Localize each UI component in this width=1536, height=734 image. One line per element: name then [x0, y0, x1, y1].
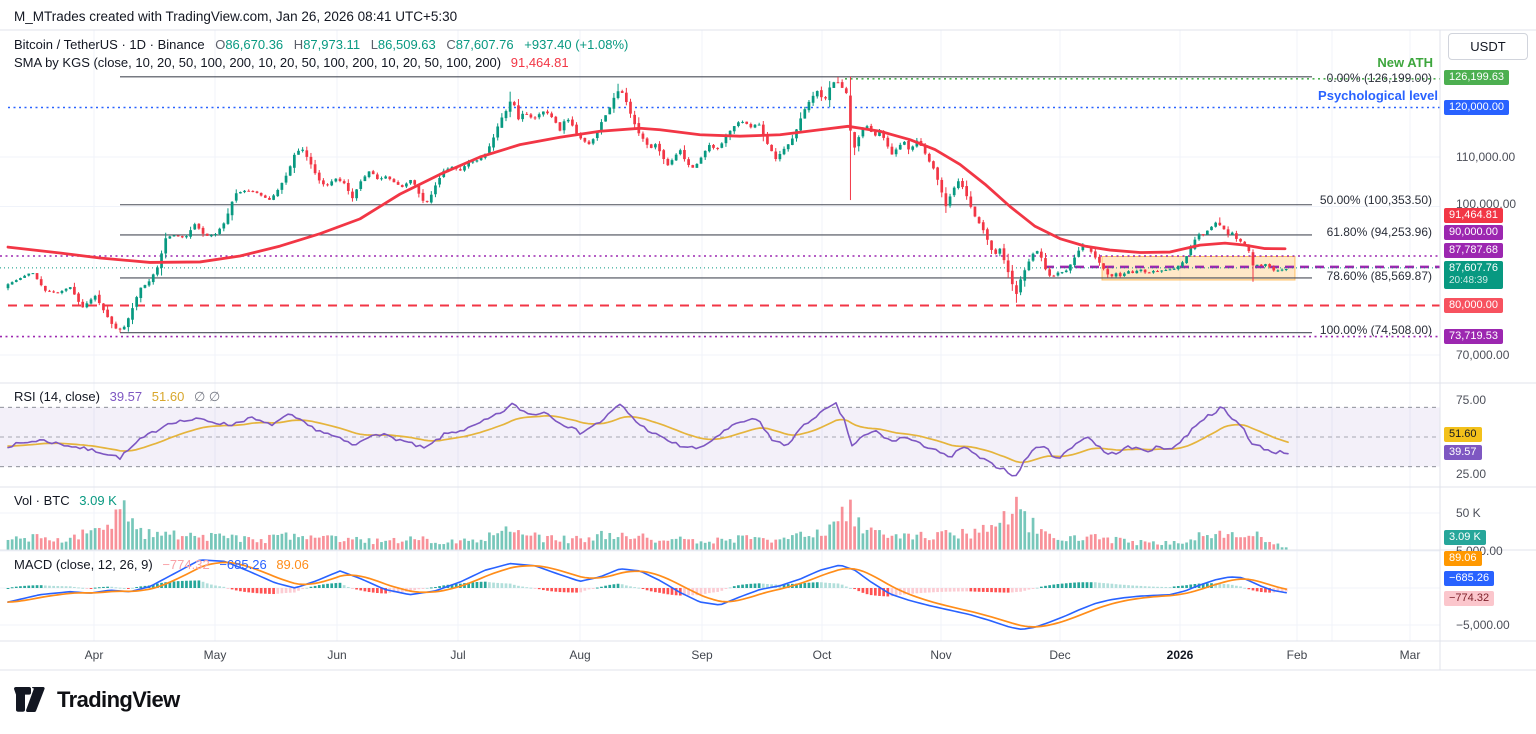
axis-price-label: 110,000.00 — [1456, 150, 1516, 164]
macd-signal-value: 89.06 — [276, 557, 309, 572]
low-value: 86,509.63 — [377, 37, 436, 52]
fib-level-label: 50.00% (100,353.50) — [1319, 193, 1432, 207]
price-tag: 90,000.00 — [1444, 225, 1503, 240]
time-axis-label: 2026 — [1166, 648, 1194, 662]
chart-canvas[interactable] — [0, 0, 1536, 734]
price-tag: 89.06 — [1444, 551, 1482, 566]
time-axis-label: Jun — [327, 648, 347, 662]
time-axis-label: Nov — [930, 648, 952, 662]
time-axis-label: Feb — [1286, 648, 1308, 662]
volume-legend-row[interactable]: Vol · BTC 3.09 K — [14, 493, 117, 508]
new-ath-annotation: New ATH — [1377, 55, 1433, 70]
currency-toggle-button[interactable]: USDT — [1448, 33, 1528, 60]
volume-value: 3.09 K — [79, 493, 117, 508]
sma-indicator-title[interactable]: SMA by KGS (close, 10, 20, 50, 100, 200,… — [14, 55, 501, 70]
fib-level-label: 100.00% (74,508.00) — [1319, 323, 1432, 337]
price-tag: 80,000.00 — [1444, 298, 1503, 313]
axis-price-label: 50 K — [1456, 506, 1481, 520]
price-tag: 73,719.53 — [1444, 329, 1503, 344]
time-axis-label: May — [203, 648, 227, 662]
sma-legend-row[interactable]: SMA by KGS (close, 10, 20, 50, 100, 200,… — [14, 55, 569, 70]
interval-label[interactable]: 1D — [129, 37, 146, 52]
rsi-empty-values: ∅ ∅ — [193, 389, 221, 404]
macd-legend-row[interactable]: MACD (close, 12, 26, 9) −774.32 −685.26 … — [14, 557, 309, 572]
price-tag: 51.60 — [1444, 427, 1482, 442]
high-letter: H — [293, 37, 304, 52]
open-letter: O — [215, 37, 226, 52]
tradingview-logo-text: TradingView — [57, 687, 180, 712]
tradingview-logo-icon — [14, 687, 45, 712]
tradingview-logo[interactable]: TradingView — [14, 687, 180, 713]
rsi-title[interactable]: RSI (14, close) — [14, 389, 100, 404]
high-value: 87,973.11 — [303, 37, 361, 52]
fib-level-label: 61.80% (94,253.96) — [1326, 225, 1432, 239]
countdown-timer: 20:48:39 — [1449, 275, 1488, 286]
price-tag: 87,607.76 20:48:39 — [1444, 261, 1503, 289]
time-axis-label: Aug — [569, 648, 591, 662]
time-axis-label: Apr — [84, 648, 104, 662]
close-value: 87,607.76 — [455, 37, 514, 52]
macd-hist-value: −774.32 — [162, 557, 210, 572]
sma-value: 91,464.81 — [510, 55, 569, 70]
price-tag: −774.32 — [1444, 591, 1495, 606]
axis-price-label: 70,000.00 — [1456, 348, 1510, 362]
change-value: +937.40 (+1.08%) — [524, 37, 629, 52]
price-tag: 39.57 — [1444, 445, 1482, 460]
time-axis-label: Jul — [450, 648, 466, 662]
time-axis-label: Sep — [691, 648, 713, 662]
axis-price-label: 75.00 — [1456, 393, 1487, 407]
low-letter: L — [370, 37, 378, 52]
axis-price-label: −5,000.00 — [1456, 618, 1510, 632]
rsi-value: 39.57 — [109, 389, 143, 404]
price-tag: 91,464.81 — [1444, 208, 1503, 223]
price-tag: 3.09 K — [1444, 530, 1486, 545]
time-axis-label: Oct — [812, 648, 832, 662]
price-tag: 126,199.63 — [1444, 70, 1510, 85]
fib-level-label: 0.00% (126,199.00) — [1326, 71, 1432, 85]
psychological-level-annotation: Psychological level — [1318, 88, 1438, 103]
rsi-ma-value: 51.60 — [151, 389, 185, 404]
rsi-legend-row[interactable]: RSI (14, close) 39.57 51.60 ∅ ∅ — [14, 389, 220, 405]
symbol-legend-row[interactable]: Bitcoin / TetherUS · 1D · Binance O86,67… — [14, 37, 628, 52]
symbol-name[interactable]: Bitcoin / TetherUS — [14, 37, 118, 52]
tradingview-chart-page: M_MTrades created with TradingView.com, … — [0, 0, 1536, 734]
open-value: 86,670.36 — [225, 37, 284, 52]
volume-title[interactable]: Vol · BTC — [14, 493, 70, 508]
exchange-label: Binance — [157, 37, 205, 52]
price-tag: −685.26 — [1444, 571, 1495, 586]
fib-level-label: 78.60% (85,569.87) — [1326, 269, 1432, 283]
attribution-text: M_MTrades created with TradingView.com, … — [14, 9, 458, 24]
macd-value: −685.26 — [219, 557, 267, 572]
axis-price-label: 25.00 — [1456, 467, 1487, 481]
time-axis-label: Mar — [1399, 648, 1421, 662]
macd-title[interactable]: MACD (close, 12, 26, 9) — [14, 557, 153, 572]
time-axis-label: Dec — [1049, 648, 1071, 662]
price-tag: 120,000.00 — [1444, 100, 1510, 115]
close-letter: C — [446, 37, 456, 52]
price-tag: 87,787.68 — [1444, 243, 1503, 258]
